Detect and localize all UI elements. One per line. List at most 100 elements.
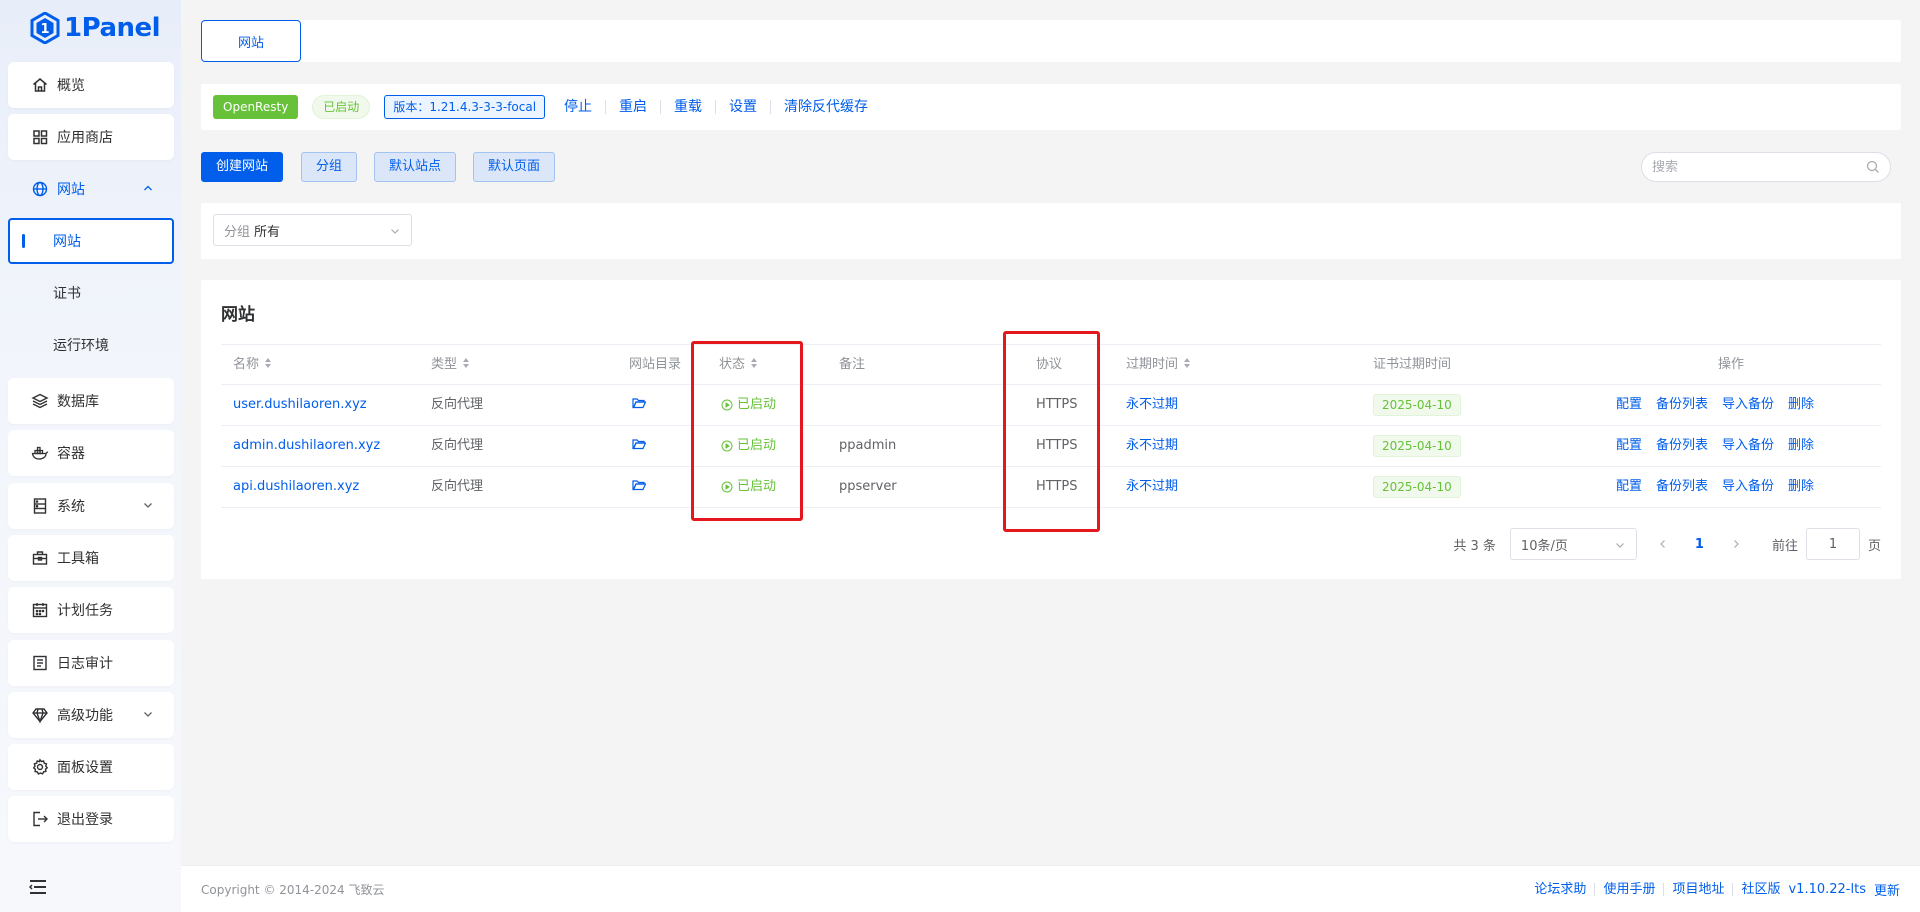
sidebar-item-logout[interactable]: 退出登录 [8, 796, 174, 842]
sidebar-item-panel-settings[interactable]: 面板设置 [8, 744, 174, 790]
website-protocol: HTTPS [1036, 438, 1078, 453]
reload-button[interactable]: 重载 [661, 100, 717, 114]
row-actions: 配置 备份列表 导入备份 删除 [1616, 385, 1828, 425]
next-page-icon[interactable] [1730, 538, 1742, 550]
goto-page-input[interactable] [1805, 528, 1860, 560]
import-backup-button[interactable]: 导入备份 [1722, 438, 1774, 453]
delete-button[interactable]: 删除 [1788, 438, 1814, 453]
website-name-link[interactable]: api.dushilaoren.xyz [233, 467, 359, 507]
sidebar-item-toolbox[interactable]: 工具箱 [8, 535, 174, 581]
group-button[interactable]: 分组 [301, 152, 358, 182]
sidebar-subitem-certificate[interactable]: 证书 [8, 270, 174, 316]
sort-icon[interactable] [462, 357, 470, 369]
delete-button[interactable]: 删除 [1788, 397, 1814, 412]
sidebar-item-system[interactable]: 系统 [8, 483, 174, 529]
status-cell[interactable]: 已启动 [721, 385, 776, 425]
create-website-button[interactable]: 创建网站 [201, 152, 284, 182]
forum-link[interactable]: 论坛求助 [1526, 883, 1596, 896]
manual-link[interactable]: 使用手册 [1595, 883, 1665, 896]
layers-icon [31, 392, 49, 410]
chevron-up-icon [144, 185, 152, 191]
page-size-select[interactable]: 10条/页 [1509, 528, 1637, 560]
group-filter-select[interactable]: 分组 所有 [213, 214, 412, 246]
project-link[interactable]: 项目地址 [1664, 883, 1734, 896]
tab-website[interactable]: 网站 [201, 20, 301, 62]
open-dir-button[interactable] [632, 467, 647, 507]
column-header-expire[interactable]: 过期时间 [1126, 345, 1191, 385]
copyright-text: Copyright © 2014-2024 飞致云 [201, 883, 385, 897]
brand-name: 1Panel [64, 13, 161, 43]
column-header-dir: 网站目录 [629, 357, 682, 372]
backup-list-button[interactable]: 备份列表 [1656, 479, 1708, 494]
sort-icon[interactable] [750, 357, 758, 369]
open-dir-button[interactable] [632, 426, 647, 466]
clear-proxy-cache-button[interactable]: 清除反代缓存 [771, 100, 881, 114]
open-dir-button[interactable] [632, 385, 647, 425]
logout-icon [31, 810, 49, 828]
cert-expire-cell: 2025-04-10 [1373, 467, 1461, 507]
column-header-type[interactable]: 类型 [431, 345, 470, 385]
search-input[interactable] [1652, 158, 1852, 176]
config-button[interactable]: 配置 [1616, 438, 1642, 453]
expire-link[interactable]: 永不过期 [1126, 385, 1178, 425]
play-circle-icon [721, 399, 733, 411]
sidebar-item-app-store[interactable]: 应用商店 [8, 114, 174, 160]
config-button[interactable]: 配置 [1616, 397, 1642, 412]
sort-icon[interactable] [1183, 357, 1191, 369]
status-cell[interactable]: 已启动 [721, 426, 776, 466]
sidebar-item-website[interactable]: 网站 [8, 166, 174, 212]
sidebar-item-container[interactable]: 容器 [8, 430, 174, 476]
settings-button[interactable]: 设置 [716, 100, 772, 114]
config-button[interactable]: 配置 [1616, 479, 1642, 494]
filter-card: 分组 所有 [201, 203, 1901, 259]
chevron-down-icon [144, 503, 152, 508]
backup-list-button[interactable]: 备份列表 [1656, 397, 1708, 412]
website-name-link[interactable]: user.dushilaoren.xyz [233, 385, 367, 425]
sidebar-subitem-website[interactable]: 网站 [8, 218, 174, 264]
main-content: 网站 OpenResty 已启动 版本：1.21.4.3-3-3-focal 停… [181, 0, 1920, 912]
delete-button[interactable]: 删除 [1788, 479, 1814, 494]
import-backup-button[interactable]: 导入备份 [1722, 479, 1774, 494]
column-header-name[interactable]: 名称 [233, 345, 272, 385]
backup-list-button[interactable]: 备份列表 [1656, 438, 1708, 453]
svg-text:1: 1 [40, 22, 49, 37]
column-header-cert-expire: 证书过期时间 [1373, 357, 1452, 372]
gear-icon [31, 758, 49, 776]
sidebar-item-database[interactable]: 数据库 [8, 378, 174, 424]
expire-link[interactable]: 永不过期 [1126, 467, 1178, 507]
sidebar-item-overview[interactable]: 概览 [8, 62, 174, 108]
column-header-status[interactable]: 状态 [719, 345, 758, 385]
stop-button[interactable]: 停止 [551, 100, 607, 114]
sidebar-item-advanced[interactable]: 高级功能 [8, 692, 174, 738]
sidebar-subitem-label: 运行环境 [53, 338, 109, 354]
website-remark: ppserver [839, 479, 897, 494]
sort-icon[interactable] [264, 357, 272, 369]
column-header-protocol: 协议 [1036, 357, 1063, 372]
app-name-tag: OpenResty [213, 95, 299, 119]
search-icon[interactable] [1866, 160, 1880, 174]
import-backup-button[interactable]: 导入备份 [1722, 397, 1774, 412]
logo[interactable]: 1 1Panel [30, 10, 161, 46]
sidebar-item-cronjob[interactable]: 计划任务 [8, 587, 174, 633]
sidebar-item-label: 日志审计 [57, 656, 113, 672]
default-page-button[interactable]: 默认页面 [473, 152, 556, 182]
play-circle-icon [721, 440, 733, 452]
default-site-button[interactable]: 默认站点 [374, 152, 457, 182]
update-link[interactable]: 更新 [1870, 880, 1900, 899]
log-icon [31, 654, 49, 672]
column-header-ops: 操作 [1718, 357, 1745, 372]
sidebar-item-label: 面板设置 [57, 760, 113, 776]
sidebar-subitem-runtime[interactable]: 运行环境 [8, 322, 174, 368]
app-version-tag: 版本：1.21.4.3-3-3-focal [384, 95, 546, 119]
prev-page-icon[interactable] [1657, 538, 1669, 550]
folder-open-icon [632, 439, 647, 450]
restart-button[interactable]: 重启 [606, 100, 662, 114]
sidebar-item-label: 数据库 [57, 394, 99, 410]
page-number-current[interactable]: 1 [1695, 537, 1704, 552]
status-cell[interactable]: 已启动 [721, 467, 776, 507]
menu-collapse-icon[interactable] [28, 878, 48, 896]
sidebar-item-log-audit[interactable]: 日志审计 [8, 640, 174, 686]
pagination-total: 共 3 条 [1453, 538, 1496, 554]
website-name-link[interactable]: admin.dushilaoren.xyz [233, 426, 380, 466]
expire-link[interactable]: 永不过期 [1126, 426, 1178, 466]
